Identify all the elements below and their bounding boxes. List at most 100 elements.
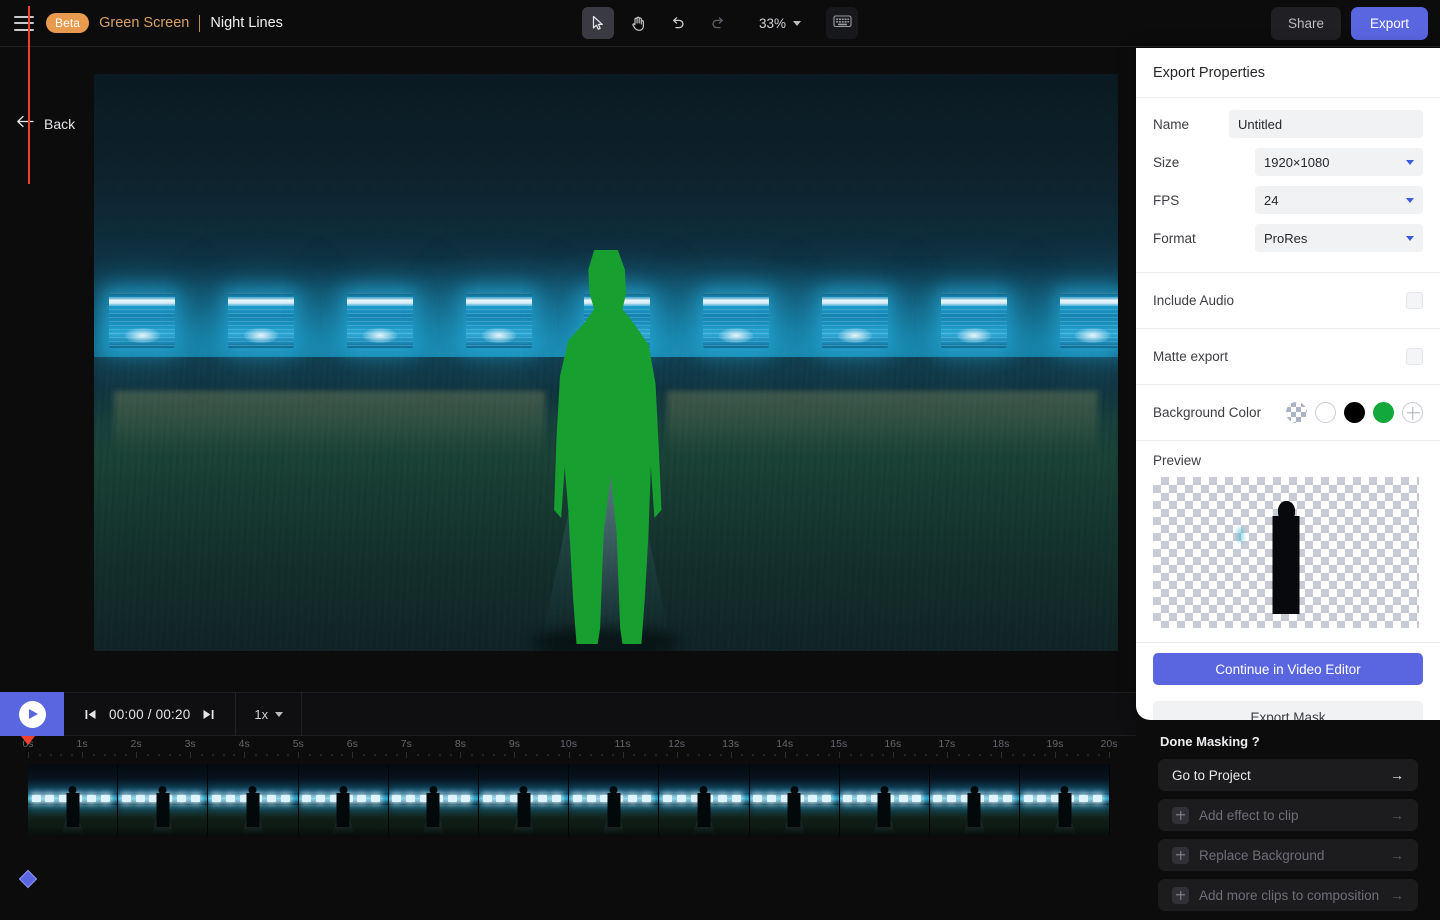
scene-screen <box>703 293 770 349</box>
timeline-tick <box>244 752 246 758</box>
scene-screen-glow <box>719 328 754 343</box>
back-button[interactable]: Back <box>16 115 75 133</box>
undo-button[interactable] <box>662 7 694 39</box>
done-masking-item[interactable]: Add effect to clip → <box>1158 799 1418 831</box>
clip-name[interactable]: Night Lines <box>210 15 283 31</box>
timeline-subtick <box>773 754 776 756</box>
field-name-row: Name <box>1153 110 1423 138</box>
add-custom-color-icon[interactable] <box>1402 402 1423 423</box>
field-label-size: Size <box>1153 154 1180 170</box>
timeline-tick-label: 13s <box>722 738 740 750</box>
done-masking-item[interactable]: Replace Background → <box>1158 839 1418 871</box>
swatch-white[interactable] <box>1315 402 1336 423</box>
timeline-subtick <box>49 754 52 756</box>
timeline-subtick <box>709 754 712 756</box>
timeline-subtick <box>881 754 884 756</box>
timeline-subtick <box>103 754 106 756</box>
timeline-subtick <box>1044 754 1047 756</box>
redo-arrow-icon <box>709 14 727 32</box>
plus-icon <box>1172 806 1189 824</box>
timeline-subtick <box>1098 754 1101 756</box>
done-masking-list: Go to Project → Add effect to clip → Replace… <box>1148 759 1428 911</box>
timeline-subtick <box>255 754 257 756</box>
timeline-subtick <box>827 754 830 756</box>
timeline-subtick <box>265 754 268 756</box>
timeline-subtick <box>633 754 636 756</box>
timeline-tick-label: 19s <box>1046 738 1064 750</box>
matte-export-label: Matte export <box>1153 349 1229 364</box>
skip-previous-icon[interactable] <box>84 708 97 721</box>
zoom-level-selector[interactable]: 33% <box>750 7 810 39</box>
timeline-ruler[interactable]: 0s 1s 2s 3s 4s 5s 6s 7s 8s 9s 10s 11s 12s 13s 14s 15s 16… <box>0 736 1136 760</box>
timeline[interactable]: 0s 1s 2s 3s 4s 5s 6s 7s 8s 9s 10s 11s 12s 13s 14s 15s 16… <box>0 736 1136 920</box>
select-tool-button[interactable] <box>581 7 614 39</box>
name-input[interactable] <box>1229 110 1423 138</box>
timeline-tick <box>1000 752 1002 758</box>
play-button[interactable] <box>0 692 64 736</box>
timeline-subtick <box>363 754 366 756</box>
field-size-row: Size 1920×1080 <box>1153 148 1423 176</box>
field-fps-row: FPS 24 <box>1153 186 1423 214</box>
timeline-tick <box>1109 752 1110 758</box>
plus-icon <box>1172 886 1189 904</box>
timeline-subtick <box>914 754 917 756</box>
timeline-tick-label: 1s <box>76 738 88 750</box>
arrow-right-icon: → <box>1390 847 1404 863</box>
filmstrip-frame <box>118 764 209 836</box>
timeline-subtick <box>168 754 171 756</box>
done-masking-item[interactable]: Go to Project → <box>1158 759 1418 791</box>
timeline-subtick <box>665 754 668 756</box>
video-canvas[interactable] <box>94 74 1118 651</box>
frame-subject <box>967 792 981 828</box>
share-button[interactable]: Share <box>1270 6 1341 40</box>
timeline-subtick <box>38 754 41 756</box>
playback-speed-selector[interactable]: 1x <box>236 692 303 736</box>
field-label-format: Format <box>1153 230 1196 246</box>
keyboard-shortcuts-button[interactable] <box>826 7 859 39</box>
timeline-subtick <box>60 754 63 756</box>
size-select[interactable]: 1920×1080 <box>1255 148 1423 176</box>
timeline-tick <box>892 752 894 758</box>
filmstrip-frame <box>749 764 840 836</box>
panel-title: Export Properties <box>1153 64 1266 81</box>
format-select[interactable]: ProRes <box>1255 224 1423 252</box>
frame-subject <box>877 792 891 828</box>
timeline-tick-label: 9s <box>508 738 520 750</box>
timeline-subtick <box>233 754 236 756</box>
background-color-swatches <box>1286 402 1423 423</box>
swatch-green[interactable] <box>1373 402 1394 423</box>
scene-screen <box>346 293 413 349</box>
project-name[interactable]: Green Screen <box>99 15 189 31</box>
timeline-clip-filmstrip[interactable] <box>28 764 1110 836</box>
pan-tool-button[interactable] <box>622 7 654 39</box>
timeline-subtick <box>146 754 149 756</box>
include-audio-label: Include Audio <box>1153 293 1235 308</box>
timeline-tick <box>28 752 29 758</box>
scene-screen <box>109 293 176 349</box>
fps-select[interactable]: 24 <box>1255 186 1423 214</box>
done-masking-item[interactable]: Add more clips to composition → <box>1158 879 1418 911</box>
swatch-black[interactable] <box>1344 402 1365 423</box>
timeline-tick-label: 20s <box>1100 738 1118 750</box>
scene-screen <box>228 293 295 349</box>
redo-button[interactable] <box>702 7 734 39</box>
playhead-handle[interactable] <box>21 736 35 745</box>
matte-export-row: Matte export <box>1136 328 1440 384</box>
timeline-subtick <box>287 754 290 756</box>
include-audio-toggle[interactable] <box>1406 292 1423 309</box>
timeline-tick-label: 10s <box>560 738 577 750</box>
timeline-subtick <box>957 754 960 756</box>
scene-screen <box>1059 293 1118 349</box>
export-button[interactable]: Export <box>1350 6 1428 40</box>
timeline-tick-label: 5s <box>292 738 304 750</box>
matte-export-toggle[interactable] <box>1406 348 1423 365</box>
timeline-subtick <box>330 754 333 756</box>
filmstrip-frame <box>929 764 1021 836</box>
continue-in-video-editor-button[interactable]: Continue in Video Editor <box>1153 653 1423 685</box>
hamburger-menu-icon[interactable] <box>14 15 34 31</box>
swatch-transparent[interactable] <box>1286 402 1307 423</box>
scene-screen-glow <box>362 328 398 343</box>
frame-subject <box>697 792 711 828</box>
skip-next-icon[interactable] <box>202 708 215 721</box>
done-masking-panel: Done Masking ? Go to Project → Add effect … <box>1136 720 1440 920</box>
